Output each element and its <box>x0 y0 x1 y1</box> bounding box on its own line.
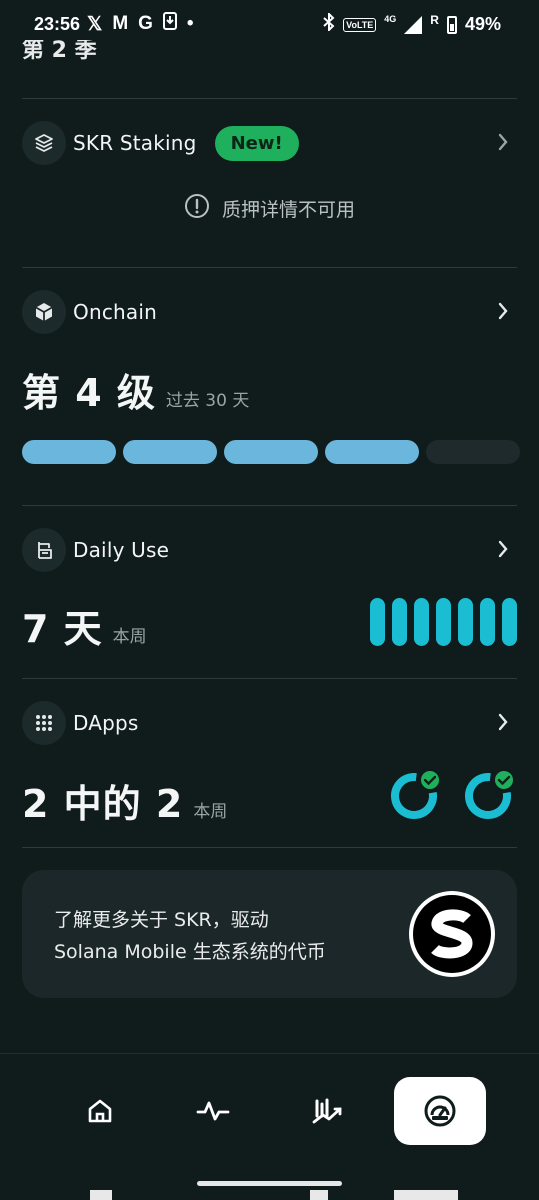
staking-title: SKR Staking <box>73 131 197 155</box>
unavailable-text: 质押详情不可用 <box>221 199 355 221</box>
staking-section[interactable]: SKR Staking New! 质押详情不可用 <box>22 121 517 251</box>
home-indicator[interactable] <box>197 1181 342 1186</box>
dapps-section[interactable]: DApps 2 中的 2 本周 <box>22 701 517 846</box>
dot-icon: • <box>186 13 194 34</box>
download-icon <box>162 12 177 36</box>
roaming-indicator: R <box>430 12 439 27</box>
chevron-right-icon[interactable] <box>497 539 509 563</box>
x-icon: 𝕏 <box>87 13 103 35</box>
signal-icon <box>404 15 423 34</box>
peek-shape <box>394 1190 458 1200</box>
battery-level: 49% <box>464 14 501 34</box>
divider <box>22 267 517 268</box>
home-icon[interactable] <box>54 1077 146 1145</box>
level-progress <box>22 440 520 464</box>
level-segment-empty <box>426 440 520 464</box>
day-bar <box>392 598 407 646</box>
daily-use-value: 7 天 <box>22 607 103 651</box>
onchain-section[interactable]: Onchain 第 4 级 过去 30 天 <box>22 290 520 480</box>
dapps-value: 2 中的 2 <box>22 782 184 826</box>
dapps-title: DApps <box>73 711 139 735</box>
level-segment-filled <box>123 440 217 464</box>
bluetooth-icon <box>323 11 335 36</box>
day-bar <box>370 598 385 646</box>
divider <box>22 98 517 99</box>
grid-icon <box>22 701 66 745</box>
info-icon <box>184 193 210 224</box>
chevron-right-icon[interactable] <box>497 712 509 736</box>
battery-icon <box>446 15 457 34</box>
peek-shape <box>310 1190 328 1200</box>
level-segment-filled <box>325 440 419 464</box>
day-bar <box>502 598 517 646</box>
level-segment-filled <box>22 440 116 464</box>
layers-icon <box>22 121 66 165</box>
chevron-right-icon[interactable] <box>497 132 509 156</box>
daily-use-title: Daily Use <box>73 538 170 562</box>
google-icon: G <box>138 13 153 34</box>
activity-icon[interactable] <box>167 1077 259 1145</box>
daily-use-bars <box>370 598 517 646</box>
peek-shape <box>90 1190 112 1200</box>
dapp-complete-ring <box>463 769 515 821</box>
level-segment-filled <box>224 440 318 464</box>
gauge-icon[interactable] <box>394 1077 486 1145</box>
promo-text: 了解更多关于 SKR，驱动 Solana Mobile 生态系统的代币 <box>54 909 326 963</box>
skr-promo-card[interactable]: 了解更多关于 SKR，驱动 Solana Mobile 生态系统的代币 <box>22 870 517 998</box>
chevron-right-icon[interactable] <box>497 301 509 325</box>
check-icon <box>493 769 515 791</box>
day-bar <box>480 598 495 646</box>
status-right: VoLTE 4G R 49% <box>323 11 501 36</box>
onchain-title: Onchain <box>73 300 157 324</box>
volte-badge: VoLTE <box>343 17 377 32</box>
divider <box>22 847 517 848</box>
status-time: 23:56 <box>34 14 81 34</box>
staking-unavailable: 质押详情不可用 <box>22 193 517 224</box>
season-label: 第 2 季 <box>22 40 97 63</box>
onchain-period: 过去 30 天 <box>165 391 250 411</box>
network-type: 4G <box>384 13 397 24</box>
day-bar <box>458 598 473 646</box>
day-bar <box>414 598 429 646</box>
dapp-complete-ring <box>389 769 441 821</box>
onchain-level: 第 4 级 <box>22 371 156 415</box>
bottom-nav <box>0 1077 539 1145</box>
check-icon <box>419 769 441 791</box>
dapps-rings <box>389 769 515 821</box>
chart-icon[interactable] <box>281 1077 373 1145</box>
calendar-icon <box>22 528 66 572</box>
daily-use-section[interactable]: Daily Use 7 天 本周 <box>22 528 517 678</box>
divider <box>22 505 517 506</box>
daily-use-period: 本周 <box>112 627 147 647</box>
divider <box>22 678 517 679</box>
nav-divider <box>0 1053 539 1054</box>
notification-icons: 𝕏 M G • <box>87 12 194 36</box>
gmail-icon: M <box>112 13 129 34</box>
dapps-period: 本周 <box>193 802 228 822</box>
cube-icon <box>22 290 66 334</box>
day-bar <box>436 598 451 646</box>
new-badge: New! <box>214 125 299 161</box>
skr-logo-icon <box>409 891 495 977</box>
